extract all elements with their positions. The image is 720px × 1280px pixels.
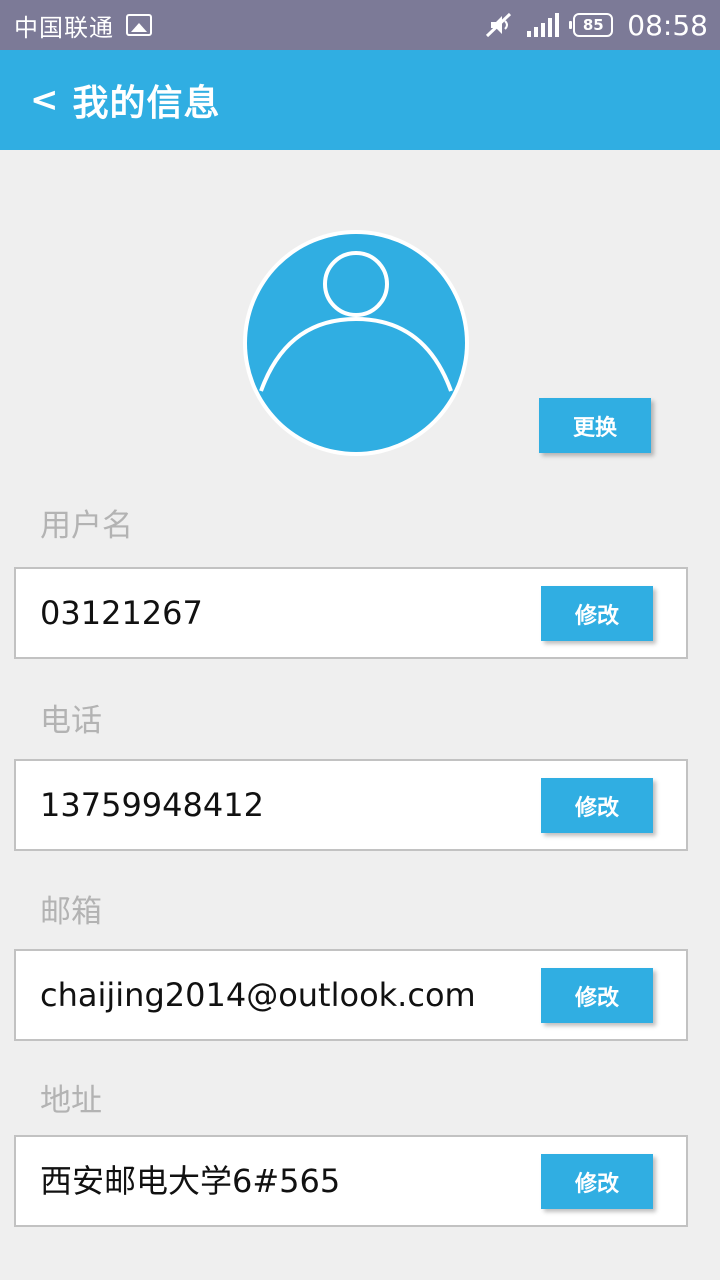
email-field: chaijing2014@outlook.com 修改 — [14, 949, 688, 1041]
email-value: chaijing2014@outlook.com — [40, 976, 476, 1014]
mute-icon — [483, 12, 513, 38]
address-field: 西安邮电大学6#565 修改 — [14, 1135, 688, 1227]
clock: 08:58 — [627, 8, 708, 42]
address-value: 西安邮电大学6#565 — [40, 1162, 341, 1200]
edit-username-button[interactable]: 修改 — [541, 586, 653, 641]
phone-value: 13759948412 — [40, 786, 264, 824]
app-header: < 我的信息 — [0, 50, 720, 150]
username-field: 03121267 修改 — [14, 567, 688, 659]
status-bar: 中国联通 85 08:58 — [0, 0, 720, 50]
edit-phone-button[interactable]: 修改 — [541, 778, 653, 833]
carrier-name: 中国联通 — [14, 13, 114, 42]
username-value: 03121267 — [40, 594, 203, 632]
edit-email-button[interactable]: 修改 — [541, 968, 653, 1023]
change-avatar-button[interactable]: 更换 — [539, 398, 651, 453]
phone-field: 13759948412 修改 — [14, 759, 688, 851]
battery-icon: 85 — [569, 13, 614, 37]
image-icon — [126, 14, 152, 36]
page-title: 我的信息 — [72, 83, 221, 124]
address-label: 地址 — [40, 1083, 102, 1119]
back-button[interactable]: < — [30, 83, 59, 117]
signal-icon — [527, 13, 560, 37]
edit-address-button[interactable]: 修改 — [541, 1154, 653, 1209]
status-bar-right: 85 08:58 — [483, 9, 708, 42]
email-label: 邮箱 — [40, 894, 102, 930]
user-avatar-icon — [247, 234, 465, 452]
phone-label: 电话 — [40, 703, 102, 739]
avatar[interactable] — [243, 230, 469, 456]
username-label: 用户名 — [40, 508, 133, 544]
